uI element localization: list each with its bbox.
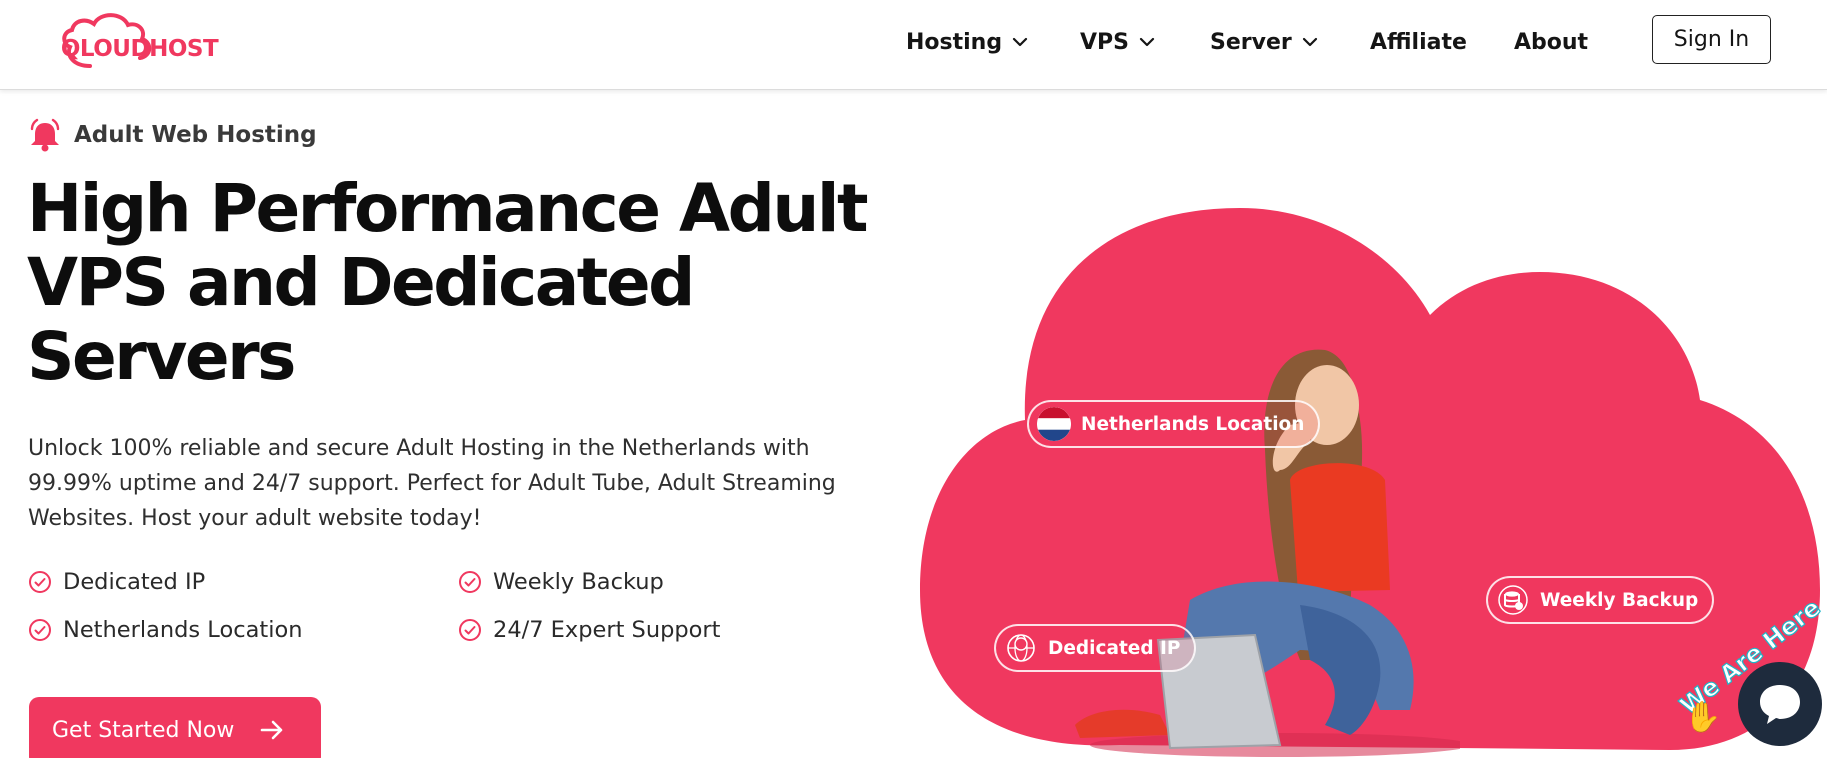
arrow-right-icon: [261, 720, 283, 740]
nav-about[interactable]: About: [1514, 24, 1588, 60]
feature-label: Netherlands Location: [63, 617, 303, 643]
logo[interactable]: QLOUDHOST: [52, 10, 227, 78]
badge-netherlands-location: Netherlands Location: [1027, 400, 1321, 448]
netherlands-flag-icon: [1037, 407, 1071, 441]
tagline-text: Adult Web Hosting: [74, 122, 317, 148]
nav-affiliate-label: Affiliate: [1370, 29, 1467, 55]
chevron-down-icon: [1012, 37, 1028, 47]
chevron-down-icon: [1302, 37, 1318, 47]
ip-globe-icon: [1004, 631, 1038, 665]
hero-description: Unlock 100% reliable and secure Adult Ho…: [28, 436, 836, 531]
woman-with-laptop-image: [1075, 349, 1460, 757]
logo-text: QLOUDHOST: [60, 36, 219, 62]
feature-label: Weekly Backup: [493, 569, 664, 595]
nav-about-label: About: [1514, 29, 1589, 55]
page-title: High Performance Adult VPS and Dedicated…: [27, 172, 887, 394]
feature-label: 24/7 Expert Support: [493, 617, 721, 643]
nav-vps-label: VPS: [1080, 29, 1129, 55]
headline-line-3: Servers: [27, 318, 296, 395]
feature-list: Dedicated IP Weekly Backup Netherlands L…: [28, 569, 788, 679]
headline-line-2: VPS and Dedicated: [27, 244, 695, 321]
nav-hosting[interactable]: Hosting: [906, 24, 1028, 60]
badge-label: Weekly Backup: [1540, 589, 1699, 611]
hero-tagline: Adult Web Hosting: [28, 117, 317, 153]
chat-widget: We Are Here ✋: [1672, 593, 1827, 758]
feature-item: 24/7 Expert Support: [458, 617, 721, 643]
waving-hand-icon: ✋: [1684, 701, 1722, 734]
chat-bubble-icon: [1760, 685, 1800, 724]
badge-dedicated-ip: Dedicated IP: [994, 624, 1197, 672]
feature-item: Dedicated IP: [28, 569, 205, 595]
check-circle-icon: [29, 619, 51, 641]
open-chat-button[interactable]: [1738, 662, 1822, 746]
feature-item: Netherlands Location: [28, 617, 302, 643]
nav-hosting-label: Hosting: [906, 29, 1003, 55]
bell-icon: [30, 118, 60, 152]
badge-label: Netherlands Location: [1081, 413, 1305, 435]
check-circle-icon: [459, 619, 481, 641]
nav-vps[interactable]: VPS: [1080, 24, 1155, 60]
badge-label: Dedicated IP: [1048, 637, 1181, 659]
database-icon: [1496, 583, 1530, 617]
nav-server-label: Server: [1210, 29, 1292, 55]
sign-in-button[interactable]: Sign In: [1652, 15, 1771, 64]
feature-item: Weekly Backup: [458, 569, 664, 595]
nav-server[interactable]: Server: [1210, 24, 1318, 60]
check-circle-icon: [29, 571, 51, 593]
cta-label: Get Started Now: [52, 718, 235, 743]
site-header: QLOUDHOST Hosting VPS Server Affiliate A…: [0, 0, 1827, 90]
headline-line-1: High Performance Adult: [27, 170, 869, 247]
get-started-button[interactable]: Get Started Now: [29, 697, 321, 758]
feature-label: Dedicated IP: [63, 569, 206, 595]
chevron-down-icon: [1139, 37, 1155, 47]
check-circle-icon: [459, 571, 481, 593]
nav-affiliate[interactable]: Affiliate: [1370, 24, 1467, 60]
